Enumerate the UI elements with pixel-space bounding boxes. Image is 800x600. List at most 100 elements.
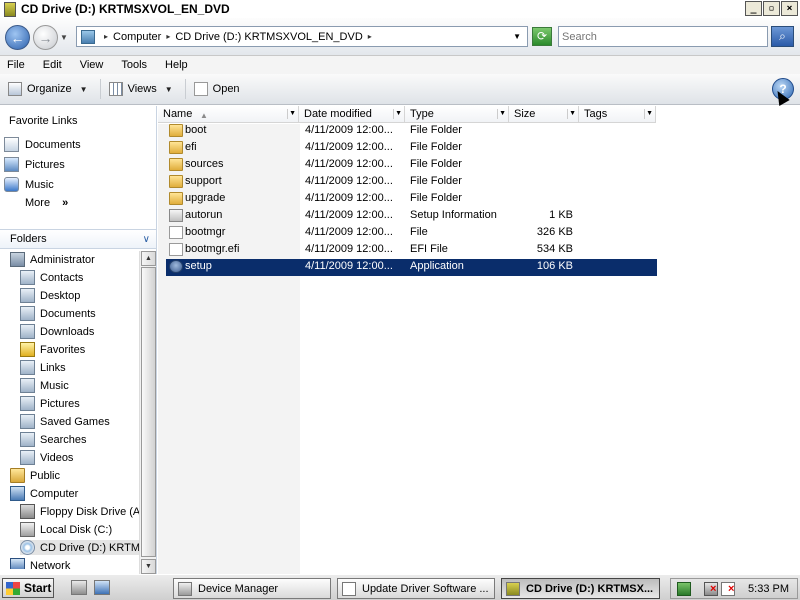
file-row-efi[interactable]: efi 4/11/2009 12:00... File Folder — [166, 140, 657, 157]
recent-pages-dropdown[interactable]: ▼ — [60, 33, 68, 42]
show-desktop-icon[interactable] — [94, 580, 110, 595]
organize-button[interactable]: Organize ▼ — [8, 82, 88, 96]
tree-item-cd-drive[interactable]: CD Drive (D:) KRTMS — [20, 540, 139, 555]
breadcrumb-separator-icon[interactable]: ▸ — [368, 32, 372, 41]
breadcrumb-separator-icon[interactable]: ▸ — [166, 32, 170, 41]
tree-item-computer[interactable]: Computer — [10, 486, 78, 501]
chevron-down-icon: ∨ — [142, 234, 150, 245]
tree-item-label: Favorites — [40, 343, 86, 356]
more-links-button[interactable]: More » — [25, 197, 68, 209]
breadcrumb-separator-icon[interactable]: ▸ — [104, 32, 108, 41]
network-disconnected-icon[interactable] — [704, 582, 718, 596]
title-bar: CD Drive (D:) KRTMSXVOL_EN_DVD _ ▫ × — [0, 0, 800, 18]
column-header-size[interactable]: Size ▼ — [509, 106, 579, 123]
tree-item-contacts[interactable]: Contacts — [20, 270, 83, 285]
file-row-setup[interactable]: setup 4/11/2009 12:00... Application 106… — [166, 259, 657, 276]
back-button[interactable]: ← — [5, 25, 30, 50]
favorite-link-pictures[interactable]: Pictures — [4, 157, 65, 172]
menu-help[interactable]: Help — [165, 59, 196, 71]
column-header-tags[interactable]: Tags ▼ — [579, 106, 656, 123]
address-bar[interactable]: ▸ Computer ▸ CD Drive (D:) KRTMSXVOL_EN_… — [76, 26, 528, 47]
breadcrumb-cd-drive[interactable]: CD Drive (D:) KRTMSXVOL_EN_DVD — [175, 31, 362, 43]
tree-item-links[interactable]: Links — [20, 360, 66, 375]
column-filter-dropdown[interactable]: ▼ — [287, 109, 296, 119]
taskbar-cd-drive[interactable]: CD Drive (D:) KRTMSX... — [501, 578, 660, 599]
tree-item-label: Local Disk (C:) — [40, 523, 113, 536]
file-row-boot[interactable]: boot 4/11/2009 12:00... File Folder — [166, 123, 657, 140]
taskbar-update-driver[interactable]: Update Driver Software ... — [337, 578, 495, 599]
folder-tree-scrollbar[interactable]: ▲ ▼ — [139, 251, 156, 574]
tree-item-videos[interactable]: Videos — [20, 450, 73, 465]
server-manager-icon[interactable] — [71, 580, 87, 595]
start-button[interactable]: Start — [2, 578, 54, 598]
tree-item-desktop[interactable]: Desktop — [20, 288, 80, 303]
file-list: Name ▲ ▼ Date modified ▼ Type ▼ Size ▼ T… — [158, 106, 800, 574]
search-input[interactable] — [558, 26, 768, 47]
refresh-button[interactable]: ⟳ — [532, 27, 552, 46]
file-row-sources[interactable]: sources 4/11/2009 12:00... File Folder — [166, 157, 657, 174]
column-header-name[interactable]: Name ▲ ▼ — [158, 106, 299, 123]
column-header-type[interactable]: Type ▼ — [405, 106, 509, 123]
tree-item-network[interactable]: Network — [10, 558, 70, 569]
star-icon — [20, 342, 35, 357]
file-row-bootmgr-efi[interactable]: bootmgr.efi 4/11/2009 12:00... EFI File … — [166, 242, 657, 259]
menu-edit[interactable]: Edit — [43, 59, 70, 71]
volume-muted-icon[interactable] — [721, 582, 735, 596]
organize-icon — [8, 82, 22, 96]
scroll-down-button[interactable]: ▼ — [141, 559, 156, 574]
downloads-icon — [20, 324, 35, 339]
tree-item-pictures[interactable]: Pictures — [20, 396, 80, 411]
file-row-autorun[interactable]: autorun 4/11/2009 12:00... Setup Informa… — [166, 208, 657, 225]
taskbar-device-manager[interactable]: Device Manager — [173, 578, 331, 599]
cd-drive-icon — [506, 581, 520, 596]
file-row-bootmgr[interactable]: bootmgr 4/11/2009 12:00... File 326 KB — [166, 225, 657, 242]
column-header-date-modified[interactable]: Date modified ▼ — [299, 106, 405, 123]
forward-button[interactable]: → — [33, 25, 58, 50]
favorite-link-documents[interactable]: Documents — [4, 137, 81, 152]
task-label: Device Manager — [198, 582, 279, 595]
tree-item-label: Public — [30, 469, 60, 482]
tree-item-local-disk[interactable]: Local Disk (C:) — [20, 522, 112, 537]
tree-item-floppy-drive[interactable]: Floppy Disk Drive (A: — [20, 504, 139, 519]
clock[interactable]: 5:33 PM — [748, 583, 789, 595]
close-button[interactable]: × — [781, 1, 798, 16]
tree-item-downloads[interactable]: Downloads — [20, 324, 94, 339]
breadcrumb-computer[interactable]: Computer — [113, 31, 161, 43]
favorite-link-music[interactable]: Music — [4, 177, 54, 192]
scroll-up-button[interactable]: ▲ — [141, 251, 156, 266]
maximize-button[interactable]: ▫ — [763, 1, 780, 16]
file-icon — [169, 226, 183, 239]
menu-tools[interactable]: Tools — [121, 59, 155, 71]
tree-item-public[interactable]: Public — [10, 468, 60, 483]
security-shield-icon[interactable] — [677, 582, 691, 596]
update-driver-icon — [342, 581, 356, 596]
minimize-button[interactable]: _ — [745, 1, 762, 16]
file-row-upgrade[interactable]: upgrade 4/11/2009 12:00... File Folder — [166, 191, 657, 208]
tree-item-documents[interactable]: Documents — [20, 306, 96, 321]
search-button[interactable]: ⌕ — [771, 26, 794, 47]
refresh-icon: ⟳ — [536, 29, 548, 43]
setup-info-icon — [169, 209, 183, 222]
tree-item-music[interactable]: Music — [20, 378, 69, 393]
file-size: 534 KB — [536, 243, 573, 255]
address-dropdown-icon[interactable]: ▼ — [513, 32, 521, 41]
open-button[interactable]: Open — [193, 82, 240, 96]
column-filter-dropdown[interactable]: ▼ — [644, 109, 653, 119]
column-filter-dropdown[interactable]: ▼ — [393, 109, 402, 119]
tree-item-administrator[interactable]: Administrator — [10, 252, 95, 267]
menu-view[interactable]: View — [80, 59, 112, 71]
folders-header[interactable]: Folders ∨ — [0, 229, 156, 249]
tree-item-favorites[interactable]: Favorites — [20, 342, 85, 357]
views-button[interactable]: Views ▼ — [108, 82, 173, 96]
file-date: 4/11/2009 12:00... — [305, 226, 393, 238]
file-type: File Folder — [410, 175, 462, 187]
tree-item-saved-games[interactable]: Saved Games — [20, 414, 110, 429]
tree-item-searches[interactable]: Searches — [20, 432, 86, 447]
column-filter-dropdown[interactable]: ▼ — [497, 109, 506, 119]
favorite-link-label: Music — [25, 178, 54, 191]
menu-file[interactable]: File — [7, 59, 33, 71]
file-row-support[interactable]: support 4/11/2009 12:00... File Folder — [166, 174, 657, 191]
column-filter-dropdown[interactable]: ▼ — [567, 109, 576, 119]
scroll-thumb[interactable] — [141, 267, 156, 557]
column-header-label: Tags — [584, 108, 608, 120]
